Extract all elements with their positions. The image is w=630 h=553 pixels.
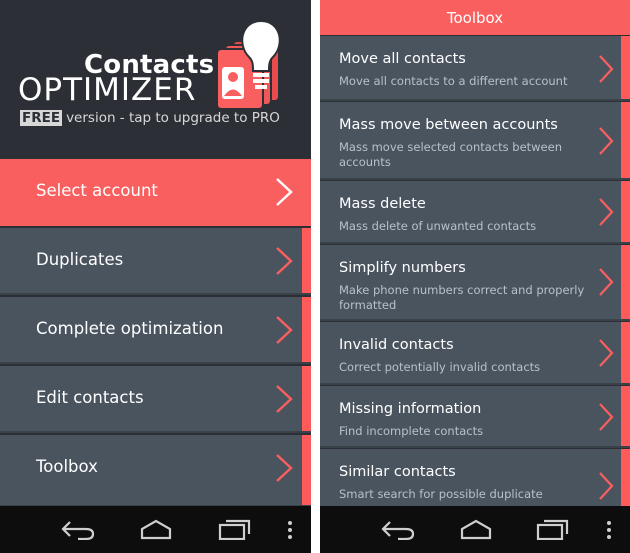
tool-description: Make phone numbers correct and properly … bbox=[339, 283, 585, 312]
back-icon[interactable] bbox=[60, 518, 96, 540]
tool-title: Similar contacts bbox=[339, 464, 456, 480]
tool-title: Missing information bbox=[339, 401, 482, 417]
system-nav-bar bbox=[0, 506, 311, 553]
recent-apps-icon[interactable] bbox=[536, 518, 570, 540]
chevron-right-icon bbox=[599, 198, 614, 226]
accent-bar bbox=[302, 366, 311, 431]
menu-item-label: Toolbox bbox=[36, 457, 98, 476]
chevron-right-icon bbox=[276, 316, 293, 344]
chevron-right-icon bbox=[599, 127, 614, 155]
accent-bar bbox=[621, 245, 630, 319]
app-logo-header[interactable]: Contacts OPTIMIZER FREE version - tap to … bbox=[0, 0, 311, 158]
accent-bar bbox=[621, 386, 630, 446]
chevron-right-icon bbox=[276, 178, 293, 206]
accent-bar bbox=[621, 36, 630, 99]
accent-bar bbox=[621, 322, 630, 383]
tool-mass-delete[interactable]: Mass delete Mass delete of unwanted cont… bbox=[320, 181, 630, 244]
overflow-menu-icon[interactable] bbox=[606, 520, 612, 540]
upgrade-banner[interactable]: FREE version - tap to upgrade to PRO bbox=[20, 110, 280, 126]
menu-item-edit-contacts[interactable]: Edit contacts bbox=[0, 366, 311, 433]
accent-bar bbox=[621, 181, 630, 242]
chevron-right-icon bbox=[599, 268, 614, 296]
tool-description: Mass move selected contacts between acco… bbox=[339, 140, 562, 169]
tool-description: Correct potentially invalid contacts bbox=[339, 360, 541, 374]
system-nav-bar bbox=[320, 506, 630, 553]
accent-bar bbox=[302, 228, 311, 293]
tool-description: Smart search for possible duplicate bbox=[339, 487, 543, 501]
accent-bar bbox=[621, 102, 630, 178]
menu-item-complete-optimization[interactable]: Complete optimization bbox=[0, 297, 311, 364]
toolbox-screen: Toolbox Move all contacts Move all conta… bbox=[320, 0, 630, 553]
free-badge: FREE bbox=[20, 110, 63, 126]
tool-title: Simplify numbers bbox=[339, 260, 466, 276]
back-icon[interactable] bbox=[380, 518, 416, 540]
chevron-right-icon bbox=[276, 385, 293, 413]
menu-item-select-account[interactable]: Select account bbox=[0, 159, 311, 226]
chevron-right-icon bbox=[599, 472, 614, 500]
tool-title: Mass move between accounts bbox=[339, 117, 558, 133]
menu-item-label: Duplicates bbox=[36, 250, 124, 269]
tool-title: Move all contacts bbox=[339, 51, 466, 67]
tool-invalid-contacts[interactable]: Invalid contacts Correct potentially inv… bbox=[320, 322, 630, 385]
menu-item-duplicates[interactable]: Duplicates bbox=[0, 228, 311, 295]
tool-description: Find incomplete contacts bbox=[339, 424, 484, 438]
chevron-right-icon bbox=[599, 55, 614, 83]
tool-move-all-contacts[interactable]: Move all contacts Move all contacts to a… bbox=[320, 36, 630, 101]
tool-simplify-numbers[interactable]: Simplify numbers Make phone numbers corr… bbox=[320, 245, 630, 321]
home-icon[interactable] bbox=[458, 518, 494, 540]
tool-missing-information[interactable]: Missing information Find incomplete cont… bbox=[320, 386, 630, 448]
toolbox-header: Toolbox bbox=[320, 0, 630, 35]
chevron-right-icon bbox=[599, 403, 614, 431]
logo-title-optimizer: OPTIMIZER bbox=[18, 72, 197, 108]
tool-description: Move all contacts to a different account bbox=[339, 74, 568, 88]
overflow-menu-icon[interactable] bbox=[287, 520, 293, 540]
tool-mass-move-between-accounts[interactable]: Mass move between accounts Mass move sel… bbox=[320, 102, 630, 180]
main-screen: Contacts OPTIMIZER FREE version - tap to … bbox=[0, 0, 311, 553]
tool-description: Mass delete of unwanted contacts bbox=[339, 219, 537, 233]
recent-apps-icon[interactable] bbox=[218, 518, 252, 540]
accent-bar bbox=[302, 435, 311, 505]
home-icon[interactable] bbox=[138, 518, 174, 540]
page-title: Toolbox bbox=[446, 9, 504, 27]
chevron-right-icon bbox=[599, 339, 614, 367]
accent-bar bbox=[302, 297, 311, 362]
tool-title: Mass delete bbox=[339, 196, 426, 212]
upgrade-text: version - tap to upgrade to PRO bbox=[66, 110, 280, 126]
menu-item-label: Edit contacts bbox=[36, 388, 144, 407]
chevron-right-icon bbox=[276, 247, 293, 275]
chevron-right-icon bbox=[276, 454, 293, 482]
tool-title: Invalid contacts bbox=[339, 337, 454, 353]
menu-item-label: Complete optimization bbox=[36, 319, 224, 338]
menu-item-toolbox[interactable]: Toolbox bbox=[0, 435, 311, 507]
menu-item-label: Select account bbox=[36, 181, 158, 200]
contacts-bulb-logo-icon bbox=[216, 19, 281, 110]
